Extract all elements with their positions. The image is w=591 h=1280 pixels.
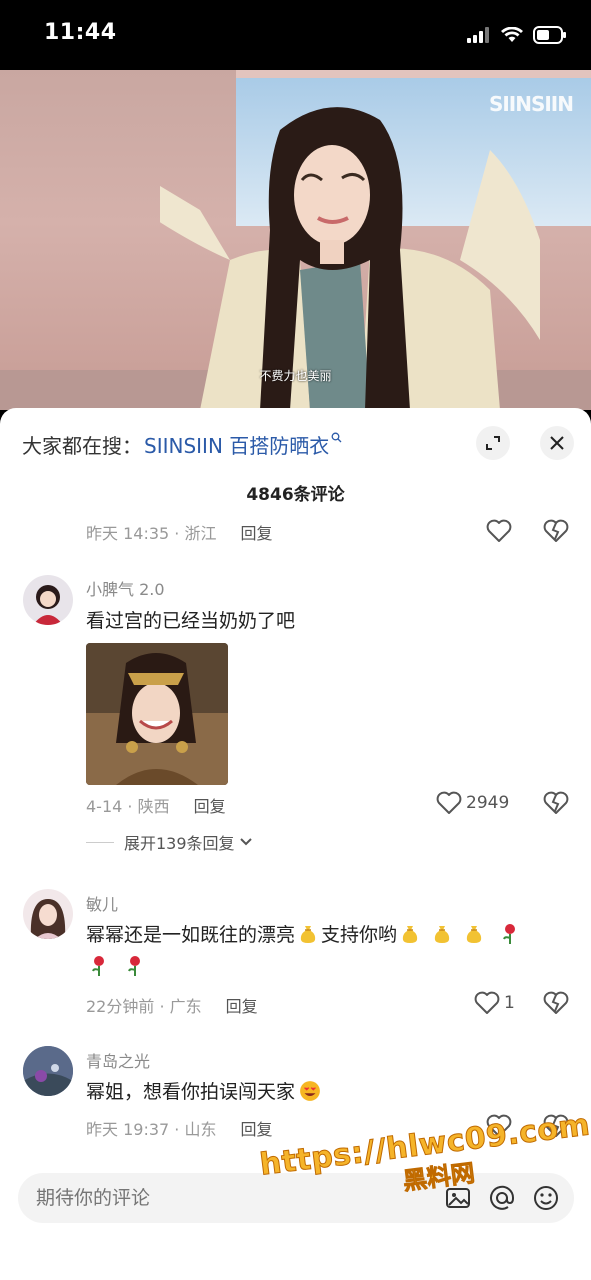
- expand-replies-button[interactable]: 展开139条回复: [86, 830, 253, 854]
- search-icon: [331, 432, 342, 446]
- comment-time-location: 4-14 · 陕西: [86, 797, 170, 816]
- heart-icon: [436, 791, 462, 814]
- like-count: 2949: [466, 793, 510, 813]
- video-brand-logo: SIINSIIN: [488, 92, 574, 116]
- status-icons: [467, 24, 567, 46]
- comment-time-location: 昨天 14:35 · 浙江: [86, 524, 217, 543]
- close-icon: [550, 436, 564, 450]
- avatar[interactable]: [23, 575, 73, 625]
- money-bag-emoji: [300, 926, 316, 943]
- search-prefix: 大家都在搜：: [22, 434, 142, 458]
- wifi-icon: [501, 27, 523, 42]
- money-bag-emoji: [402, 926, 418, 943]
- comment-username[interactable]: 小脾气 2.0: [86, 576, 165, 600]
- comment-meta: 昨天 19:37 · 山东 回复: [86, 1116, 272, 1140]
- comment-meta: 22分钟前 · 广东 回复: [86, 993, 258, 1017]
- like-button[interactable]: [486, 519, 512, 543]
- comment-meta: 4-14 · 陕西 回复: [86, 793, 226, 817]
- comment-text-part: 幂幂还是一如既往的漂亮: [86, 924, 296, 946]
- signal-icon: [467, 27, 489, 43]
- expand-replies-label: 展开139条回复: [124, 834, 235, 853]
- comment-username[interactable]: 敏儿: [86, 891, 118, 915]
- avatar[interactable]: [23, 889, 73, 939]
- comment-image[interactable]: [86, 643, 228, 785]
- heart-icon: [486, 519, 512, 542]
- broken-heart-icon: [543, 791, 569, 814]
- money-bag-emoji: [466, 926, 482, 943]
- comment-username[interactable]: 青岛之光: [86, 1048, 150, 1072]
- status-bar: 11:44: [0, 0, 591, 70]
- reply-button[interactable]: 回复: [240, 1116, 272, 1140]
- comment-text: 幂姐，想看你拍误闯天家: [86, 1076, 566, 1108]
- window-frame: [236, 70, 591, 78]
- expand-button[interactable]: [476, 426, 510, 460]
- broken-heart-icon: [543, 991, 569, 1014]
- heart-icon: [474, 991, 500, 1014]
- like-button[interactable]: 1: [474, 991, 515, 1015]
- expand-icon: [486, 436, 500, 450]
- avatar[interactable]: [23, 1046, 73, 1096]
- comment-meta: 昨天 14:35 · 浙江 回复: [86, 520, 272, 544]
- comment-text-part: 支持你哟: [321, 924, 398, 946]
- like-button[interactable]: 2949: [436, 791, 509, 815]
- dislike-button[interactable]: [543, 991, 569, 1015]
- mention-icon[interactable]: [488, 1184, 516, 1212]
- rose-emoji: [503, 924, 516, 944]
- heart-eyes-emoji: [300, 1081, 320, 1101]
- comment-count: 4846条评论: [246, 485, 345, 505]
- video-player[interactable]: SIINSIIN 不费力也美丽: [0, 70, 591, 410]
- divider-line: [86, 841, 114, 843]
- close-button[interactable]: [540, 426, 574, 460]
- money-bag-emoji: [434, 926, 450, 943]
- search-suggestion[interactable]: 大家都在搜： SIINSIIN 百搭防晒衣: [22, 430, 342, 459]
- dislike-button[interactable]: [543, 791, 569, 815]
- rose-emoji: [92, 956, 104, 976]
- emoji-icon[interactable]: [532, 1184, 560, 1212]
- reply-button[interactable]: 回复: [226, 993, 258, 1017]
- comment-time-location: 22分钟前 · 广东: [86, 997, 202, 1016]
- search-term[interactable]: SIINSIIN 百搭防晒衣: [144, 430, 329, 459]
- like-count: 1: [504, 993, 515, 1013]
- video-subtitle: 不费力也美丽: [259, 369, 332, 383]
- battery-icon: [533, 26, 566, 44]
- status-time: 11:44: [44, 20, 117, 45]
- rose-emoji: [128, 956, 140, 976]
- comment-text-part: 幂姐，想看你拍误闯天家: [86, 1081, 296, 1103]
- video-person-illustration: [160, 107, 540, 410]
- reply-button[interactable]: 回复: [194, 793, 226, 817]
- dislike-button[interactable]: [543, 519, 569, 543]
- chevron-down-icon: [239, 838, 252, 846]
- reply-button[interactable]: 回复: [240, 520, 272, 544]
- comment-time-location: 昨天 19:37 · 山东: [86, 1120, 217, 1139]
- broken-heart-icon: [543, 519, 569, 542]
- comment-text: 看过宫的已经当奶奶了吧: [86, 610, 296, 632]
- comment-text: 幂幂还是一如既往的漂亮 支持你哟: [86, 919, 566, 983]
